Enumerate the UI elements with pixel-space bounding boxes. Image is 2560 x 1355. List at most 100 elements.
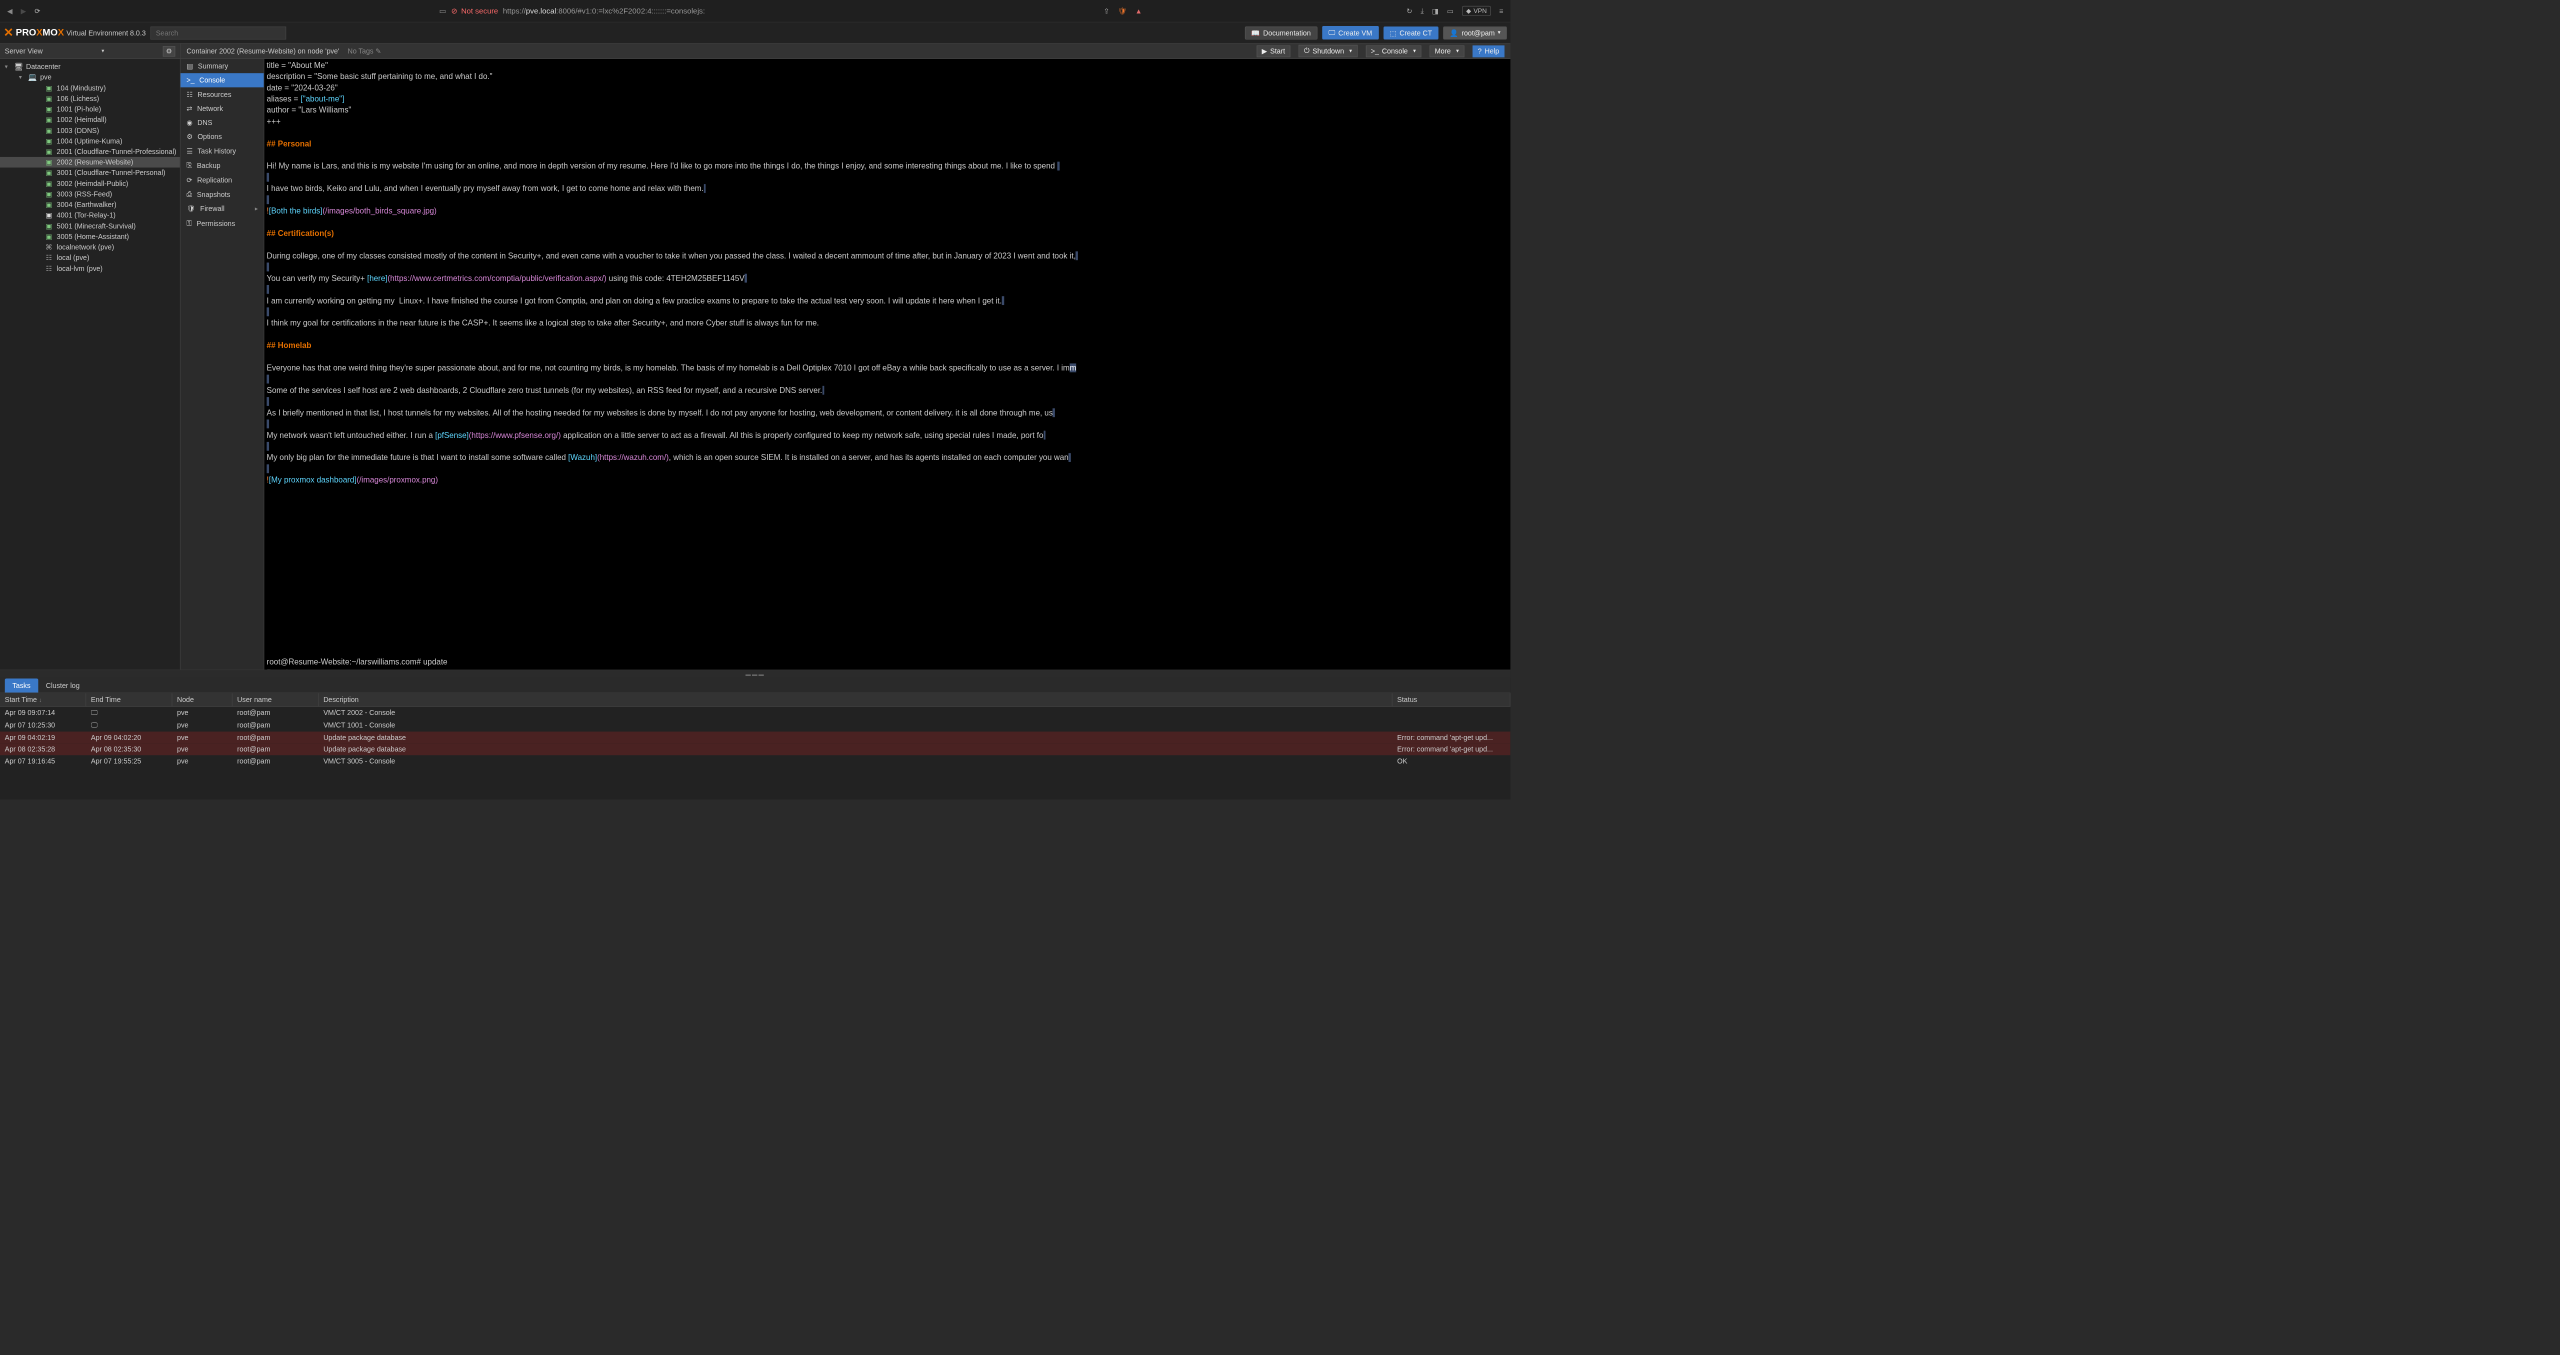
book-icon: 📖 bbox=[1251, 29, 1260, 37]
nav-icon: 🛡 bbox=[186, 205, 195, 213]
nav-icon: ⟳ bbox=[186, 176, 192, 184]
monitor-icon: 🖵 bbox=[1328, 28, 1335, 37]
search-input[interactable] bbox=[151, 26, 287, 39]
sidenav-item-snapshots[interactable]: ⎙Snapshots bbox=[181, 187, 264, 202]
shutdown-button[interactable]: ⏻Shutdown▾ bbox=[1299, 45, 1358, 57]
tree-item[interactable]: ▣3001 (Cloudflare-Tunnel-Personal) bbox=[0, 168, 180, 179]
bottom-panel: ▬▬▬ Tasks Cluster log Start Time ↓ End T… bbox=[0, 670, 1510, 800]
nav-icon: ⚙ bbox=[186, 133, 192, 141]
tree-item[interactable]: ▾💻pve bbox=[0, 72, 180, 83]
sidebar-left: Server View▾ ⚙ ▾🖥Datacenter▾💻pve▣104 (Mi… bbox=[0, 44, 181, 670]
sort-desc-icon: ↓ bbox=[39, 697, 42, 703]
help-button[interactable]: ?Help bbox=[1472, 45, 1504, 57]
wallet-icon[interactable]: ▭ bbox=[1447, 7, 1454, 15]
play-icon: ▶ bbox=[1262, 47, 1267, 55]
nav-icon: ⇄ bbox=[186, 104, 192, 112]
reload-button[interactable]: ⟳ bbox=[34, 7, 40, 15]
brave-shield-icon[interactable]: 🛡 bbox=[1118, 7, 1127, 15]
browser-chrome: ◀ ▶ ⟳ ▭ ⊘Not secure https://pve.local:80… bbox=[0, 0, 1510, 22]
col-status[interactable]: Status bbox=[1392, 693, 1510, 706]
tree-item[interactable]: ▣1003 (DDNS) bbox=[0, 125, 180, 136]
console-button[interactable]: >_Console▾ bbox=[1366, 45, 1422, 57]
create-vm-button[interactable]: 🖵Create VM bbox=[1322, 26, 1379, 40]
sidenav-item-permissions[interactable]: ⚿Permissions bbox=[181, 216, 264, 231]
tree-item[interactable]: ▾🖥Datacenter bbox=[0, 61, 180, 72]
tree-item[interactable]: ▣104 (Mindustry) bbox=[0, 83, 180, 94]
sidebar-icon[interactable]: ◨ bbox=[1432, 7, 1439, 15]
menu-icon[interactable]: ≡ bbox=[1499, 7, 1503, 15]
sidenav-item-options[interactable]: ⚙Options bbox=[181, 130, 264, 144]
tree-item[interactable]: ▣1001 (Pi-hole) bbox=[0, 104, 180, 115]
resource-tree: ▾🖥Datacenter▾💻pve▣104 (Mindustry)▣106 (L… bbox=[0, 59, 180, 670]
col-description[interactable]: Description bbox=[319, 693, 1393, 706]
tree-item[interactable]: ▣5001 (Minecraft-Survival) bbox=[0, 221, 180, 232]
sync-icon[interactable]: ↻ bbox=[1406, 7, 1412, 15]
vpn-button[interactable]: ◆VPN bbox=[1462, 6, 1491, 16]
tags-label[interactable]: No Tags ✎ bbox=[348, 47, 382, 55]
chevron-down-icon: ▾ bbox=[1456, 48, 1459, 54]
sidenav-item-dns[interactable]: ◉DNS bbox=[181, 116, 264, 130]
tree-item[interactable]: ☷local (pve) bbox=[0, 253, 180, 264]
server-view-header[interactable]: Server View▾ ⚙ bbox=[0, 44, 180, 59]
tree-item[interactable]: ▣2002 (Resume-Website) bbox=[0, 157, 180, 168]
pencil-icon: ✎ bbox=[375, 47, 381, 55]
download-icon[interactable]: ⤓ bbox=[1421, 6, 1424, 15]
tree-item[interactable]: ⌘localnetwork (pve) bbox=[0, 242, 180, 253]
env-label: Virtual Environment 8.0.3 bbox=[66, 29, 145, 37]
documentation-button[interactable]: 📖Documentation bbox=[1245, 26, 1317, 39]
log-row[interactable]: Apr 07 10:25:30pveroot@pamVM/CT 1001 - C… bbox=[0, 719, 1510, 731]
tree-item[interactable]: ☷local-lvm (pve) bbox=[0, 263, 180, 274]
breadcrumb: Container 2002 (Resume-Website) on node … bbox=[181, 44, 1511, 59]
log-header: Start Time ↓ End Time Node User name Des… bbox=[0, 693, 1510, 707]
create-ct-button[interactable]: ⬚Create CT bbox=[1383, 26, 1438, 39]
log-tabs: Tasks Cluster log bbox=[0, 678, 1510, 693]
log-row[interactable]: Apr 08 02:35:28Apr 08 02:35:30pveroot@pa… bbox=[0, 743, 1510, 755]
mid-panel: Container 2002 (Resume-Website) on node … bbox=[181, 44, 1511, 670]
tree-item[interactable]: ▣4001 (Tor-Relay-1) bbox=[0, 210, 180, 221]
tree-item[interactable]: ▣106 (Lichess) bbox=[0, 93, 180, 104]
start-button[interactable]: ▶Start bbox=[1256, 45, 1290, 57]
tab-cluster-log[interactable]: Cluster log bbox=[38, 679, 87, 693]
chrome-right: ⇪ 🛡 ▲ ↻ ⤓ ◨ ▭ ◆VPN ≡ bbox=[1104, 6, 1504, 16]
tree-item[interactable]: ▣3005 (Home-Assistant) bbox=[0, 231, 180, 242]
proxmox-logo[interactable]: ✕PROXMOX Virtual Environment 8.0.3 bbox=[4, 25, 146, 40]
log-row[interactable]: Apr 09 09:07:14pveroot@pamVM/CT 2002 - C… bbox=[0, 707, 1510, 719]
tab-tasks[interactable]: Tasks bbox=[5, 679, 38, 693]
col-end-time[interactable]: End Time bbox=[86, 693, 172, 706]
share-icon[interactable]: ⇪ bbox=[1104, 7, 1110, 15]
warning-triangle-icon[interactable]: ▲ bbox=[1135, 7, 1142, 15]
drag-handle[interactable]: ▬▬▬ bbox=[0, 670, 1510, 678]
user-menu-button[interactable]: 👤root@pam▾ bbox=[1443, 26, 1507, 39]
console-terminal[interactable]: title = "About Me" description = "Some b… bbox=[264, 59, 1510, 670]
more-button[interactable]: More▾ bbox=[1429, 45, 1464, 57]
log-body: Apr 09 09:07:14pveroot@pamVM/CT 2002 - C… bbox=[0, 707, 1510, 800]
sidenav-item-replication[interactable]: ⟳Replication bbox=[181, 173, 264, 187]
sidenav-item-resources[interactable]: ☷Resources bbox=[181, 87, 264, 101]
gear-icon[interactable]: ⚙ bbox=[163, 46, 175, 57]
bookmark-icon[interactable]: ▭ bbox=[439, 6, 446, 15]
sidenav-item-network[interactable]: ⇄Network bbox=[181, 101, 264, 115]
tree-item[interactable]: ▣3002 (Heimdall-Public) bbox=[0, 178, 180, 189]
security-status[interactable]: ⊘Not secure bbox=[451, 6, 498, 15]
sidenav-item-console[interactable]: >_Console bbox=[181, 73, 264, 87]
tree-item[interactable]: ▣1004 (Uptime-Kuma) bbox=[0, 136, 180, 147]
back-button[interactable]: ◀ bbox=[7, 7, 12, 15]
col-user[interactable]: User name bbox=[232, 693, 318, 706]
chevron-down-icon: ▾ bbox=[1349, 48, 1352, 54]
tree-item[interactable]: ▣3003 (RSS-Feed) bbox=[0, 189, 180, 200]
tree-item[interactable]: ▣3004 (Earthwalker) bbox=[0, 199, 180, 210]
log-row[interactable]: Apr 09 04:02:19Apr 09 04:02:20pveroot@pa… bbox=[0, 732, 1510, 744]
forward-button[interactable]: ▶ bbox=[21, 7, 26, 15]
tree-item[interactable]: ▣2001 (Cloudflare-Tunnel-Professional) bbox=[0, 146, 180, 157]
col-node[interactable]: Node bbox=[172, 693, 232, 706]
sidenav-item-firewall[interactable]: 🛡Firewall▸ bbox=[181, 202, 264, 216]
sidenav-item-task-history[interactable]: ☰Task History bbox=[181, 144, 264, 158]
sidenav-item-backup[interactable]: ⎘Backup bbox=[181, 158, 264, 173]
url-bar[interactable]: ▭ ⊘Not secure https://pve.local:8006/#v1… bbox=[50, 6, 1094, 15]
log-row[interactable]: Apr 07 19:16:45Apr 07 19:55:25pveroot@pa… bbox=[0, 755, 1510, 767]
sidenav-item-summary[interactable]: ▤Summary bbox=[181, 59, 264, 73]
chevron-down-icon: ▾ bbox=[1413, 48, 1416, 54]
col-start-time[interactable]: Start Time ↓ bbox=[0, 693, 86, 706]
tree-item[interactable]: ▣1002 (Heimdall) bbox=[0, 114, 180, 125]
url-text: https://pve.local:8006/#v1:0:=lxc%2F2002… bbox=[503, 6, 705, 15]
